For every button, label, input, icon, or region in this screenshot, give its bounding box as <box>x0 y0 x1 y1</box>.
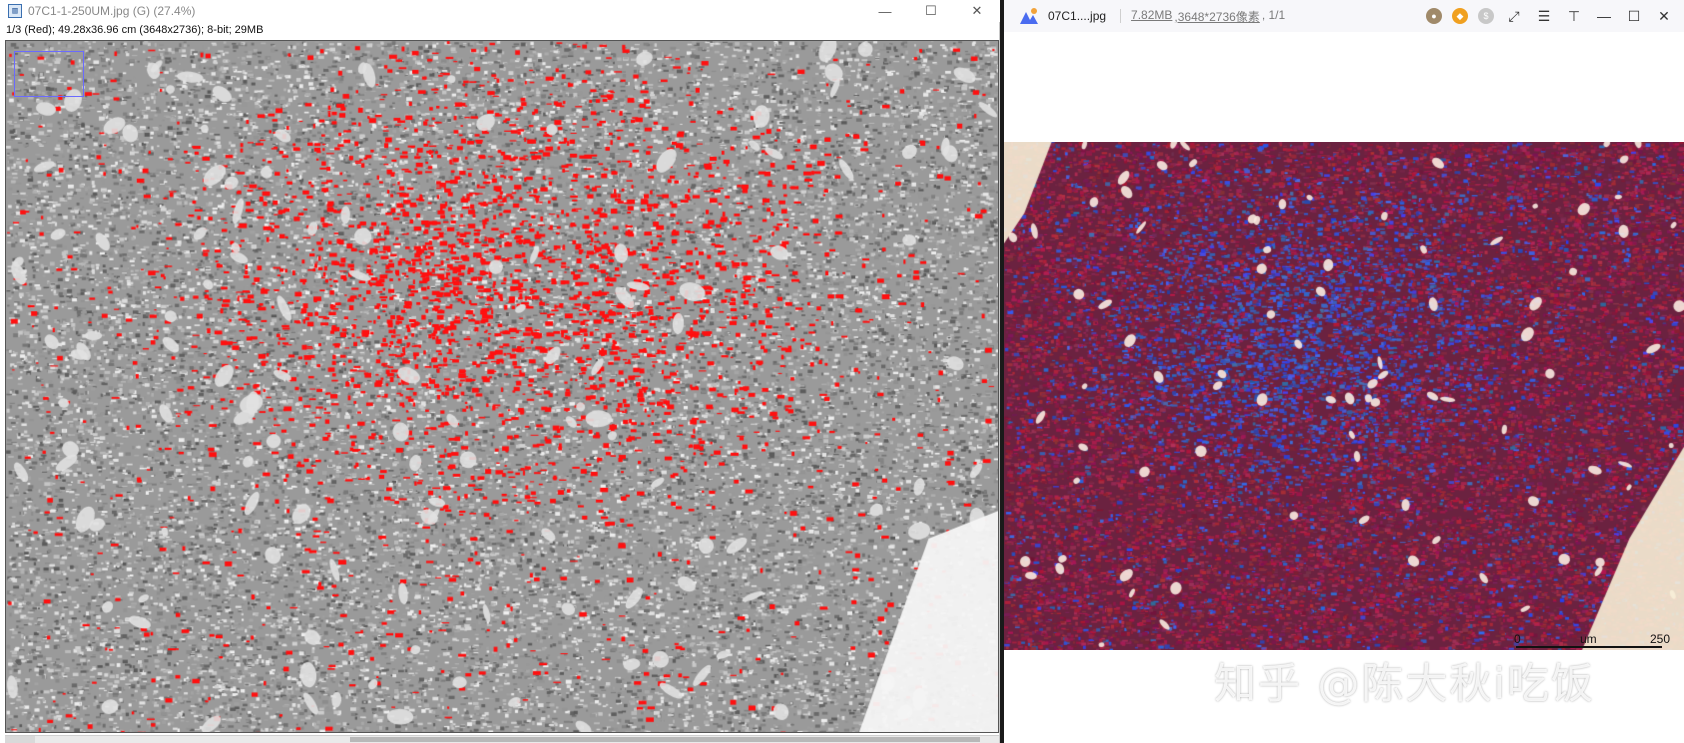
viewer-toolbar: ● ◆ $ ⤢ ☰ ⊤ — ☐ ✕ <box>1426 0 1674 32</box>
image-info-line: 1/3 (Red); 49.28x36.96 cm (3648x2736); 8… <box>6 24 264 36</box>
vip-badge-icon[interactable]: ◆ <box>1452 8 1468 24</box>
image-dimensions[interactable]: ,3648*2736像素 <box>1174 8 1259 25</box>
masson-stain-image <box>1004 142 1684 650</box>
viewer-filename: 07C1....jpg <box>1048 9 1107 23</box>
scale-bar-unit-label: um <box>1580 632 1597 646</box>
horizontal-scrollbar[interactable] <box>5 735 999 743</box>
threshold-overlay-image[interactable] <box>6 41 998 732</box>
fullscreen-icon[interactable]: ⤢ <box>1504 6 1524 26</box>
avatar-icon[interactable]: ● <box>1426 8 1442 24</box>
imagej-window: ▥ 07C1-1-250UM.jpg (G) (27.4%) — ☐ ✕ 1/3… <box>0 0 1000 743</box>
imagej-app-icon: ▥ <box>8 4 22 18</box>
close-button[interactable]: ✕ <box>954 0 1000 22</box>
pin-icon[interactable]: ⊤ <box>1564 6 1584 26</box>
navigator-rectangle[interactable] <box>14 51 84 97</box>
close-icon[interactable]: ✕ <box>1654 6 1674 26</box>
scrollbar-thumb[interactable] <box>350 737 980 742</box>
minimize-icon[interactable]: — <box>1594 6 1614 26</box>
screen: ▥ 07C1-1-250UM.jpg (G) (27.4%) — ☐ ✕ 1/3… <box>0 0 1684 743</box>
histology-image[interactable]: 0 um 250 <box>1004 142 1684 650</box>
viewer-app-logo-icon <box>1018 6 1040 26</box>
maximize-icon[interactable]: ☐ <box>1624 6 1644 26</box>
image-viewer-window: 07C1....jpg 7.82MB ,3648*2736像素 , 1/1 ● … <box>1004 0 1684 743</box>
imagej-titlebar: ▥ 07C1-1-250UM.jpg (G) (27.4%) — ☐ ✕ <box>0 0 1000 22</box>
scale-bar-max-label: 250 <box>1650 632 1671 646</box>
menu-icon[interactable]: ☰ <box>1534 6 1554 26</box>
scrollbar-left-arrow[interactable] <box>5 736 35 743</box>
maximize-button[interactable]: ☐ <box>908 0 954 22</box>
scale-bar-line <box>1516 646 1662 648</box>
image-metadata: 7.82MB ,3648*2736像素 , 1/1 <box>1131 8 1285 25</box>
scale-bar-zero-label: 0 <box>1514 632 1521 646</box>
imagej-window-controls: — ☐ ✕ <box>862 0 1000 22</box>
imagej-window-title: 07C1-1-250UM.jpg (G) (27.4%) <box>28 4 196 18</box>
coin-icon[interactable]: $ <box>1478 8 1494 24</box>
page-counter: , 1/1 <box>1261 7 1286 22</box>
imagej-image-canvas[interactable] <box>5 40 999 733</box>
viewer-titlebar: 07C1....jpg 7.82MB ,3648*2736像素 , 1/1 ● … <box>1004 0 1684 32</box>
file-size[interactable]: 7.82MB <box>1131 8 1172 25</box>
minimize-button[interactable]: — <box>862 0 908 22</box>
zhihu-watermark: 知乎 @陈大秋i吃饭 <box>1214 659 1596 708</box>
title-separator <box>1120 9 1122 23</box>
